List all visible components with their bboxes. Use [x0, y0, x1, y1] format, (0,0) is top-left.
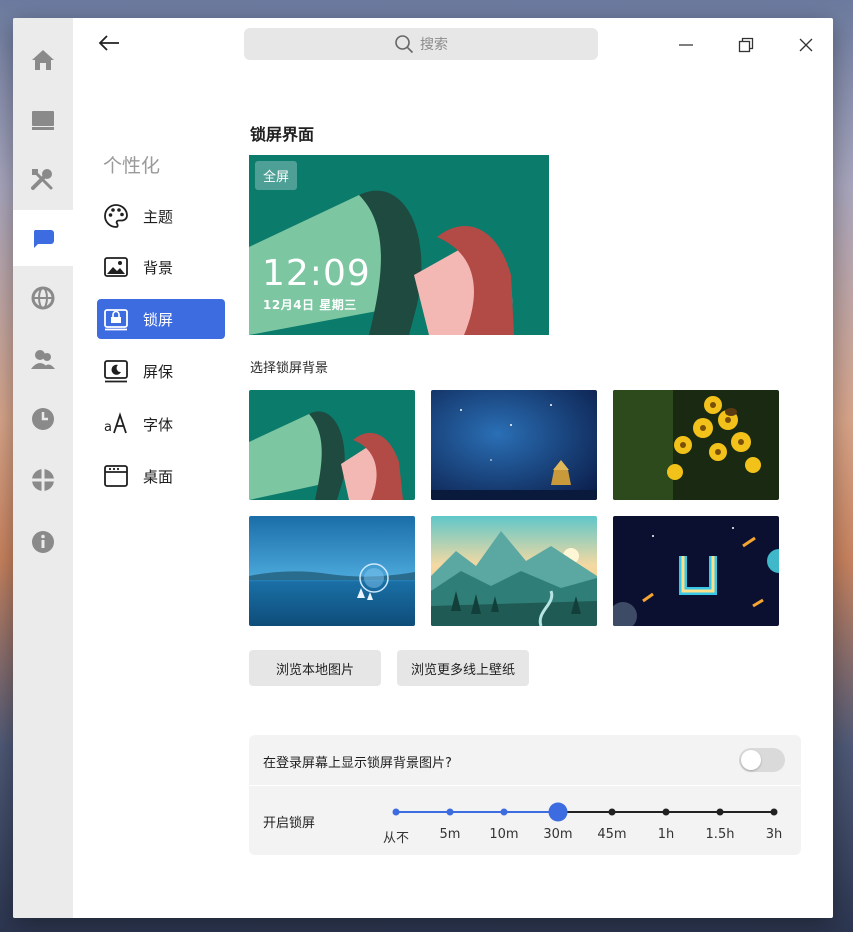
nav-item-desktop[interactable]: 桌面 [97, 456, 225, 496]
image-icon [104, 257, 128, 277]
slider-handle[interactable] [548, 802, 568, 822]
minimize-button[interactable] [673, 32, 699, 58]
slider-tick-label: 30m [543, 827, 573, 842]
settings-window: 搜索 个性化 主题 背景 锁屏 屏保 a 字体 桌面 锁屏界面 全屏 12:09… [13, 18, 833, 918]
nav-item-background[interactable]: 背景 [97, 247, 225, 287]
preview-date: 12月4日 星期三 [263, 298, 357, 312]
slider-tick-dot [716, 808, 724, 816]
toggle-knob [741, 750, 761, 770]
choose-background-title: 选择锁屏背景 [250, 361, 329, 376]
palette-icon [104, 204, 128, 228]
wallpaper-thumb[interactable] [613, 516, 779, 626]
home-icon[interactable] [13, 32, 73, 88]
nav-item-font[interactable]: a 字体 [97, 404, 225, 444]
nav-title: 个性化 [103, 155, 161, 177]
slider-tick-label: 1.5h [705, 827, 735, 842]
datetime-icon[interactable] [13, 391, 73, 447]
browse-online-button[interactable]: 浏览更多线上壁纸 [397, 650, 529, 686]
back-button[interactable] [95, 30, 123, 56]
slider-tick-label: 45m [597, 827, 627, 842]
show-on-login-label: 在登录屏幕上显示锁屏背景图片? [263, 756, 452, 771]
slider-tick-dot [392, 808, 400, 816]
network-icon[interactable] [13, 270, 73, 326]
lockscreen-settings-panel: 在登录屏幕上显示锁屏背景图片? 开启锁屏 从不 5m 10m 30m 45m 1h 1.5h… [249, 735, 801, 855]
nav-label: 字体 [143, 415, 174, 434]
nav-item-screensaver[interactable]: 屏保 [97, 351, 225, 391]
nav-item-lockscreen[interactable]: 锁屏 [97, 299, 225, 339]
minimize-icon [679, 44, 693, 46]
maximize-button[interactable] [733, 32, 759, 58]
wallpaper-thumb[interactable] [613, 390, 779, 500]
desktop-icon [104, 465, 128, 487]
nav-label: 锁屏 [143, 310, 174, 329]
screensaver-icon [104, 360, 128, 383]
slider-tick-label: 从不 [382, 831, 410, 846]
slider-tick-dot [446, 808, 454, 816]
slider-tick-dot [500, 808, 508, 816]
restore-icon [738, 37, 754, 53]
lock-after-label: 开启锁屏 [263, 816, 316, 831]
account-icon[interactable] [13, 331, 73, 387]
nav-label: 屏保 [143, 362, 174, 381]
wallpaper-thumb[interactable] [431, 516, 597, 626]
about-icon[interactable] [13, 514, 73, 570]
section-title: 锁屏界面 [250, 125, 315, 144]
system-icon[interactable] [13, 92, 73, 148]
show-on-login-toggle[interactable] [739, 748, 785, 772]
wallpaper-thumb[interactable] [431, 390, 597, 500]
slider-tick-label: 5m [439, 827, 461, 842]
slider-track [392, 802, 778, 822]
close-button[interactable] [793, 32, 819, 58]
update-icon[interactable] [13, 452, 73, 508]
slider-tick-label: 3h [765, 827, 783, 842]
slider-tick-label: 1h [657, 827, 675, 842]
arrow-left-icon [98, 35, 119, 51]
search-input[interactable]: 搜索 [244, 28, 598, 60]
devices-icon[interactable] [13, 152, 73, 208]
category-iconbar [13, 18, 73, 918]
personalization-icon[interactable] [13, 210, 73, 266]
fullscreen-badge[interactable]: 全屏 [255, 161, 298, 190]
nav-item-theme[interactable]: 主题 [97, 196, 225, 236]
preview-time: 12:09 [262, 253, 371, 294]
nav-label: 桌面 [143, 467, 174, 486]
font-icon: a [104, 412, 127, 435]
slider-tick-dot [662, 808, 670, 816]
browse-local-button[interactable]: 浏览本地图片 [249, 650, 381, 686]
svg-text:a: a [104, 420, 112, 435]
wallpaper-thumb[interactable] [249, 516, 415, 626]
close-icon [799, 38, 813, 52]
lockscreen-preview: 全屏 12:09 12月4日 星期三 [249, 155, 549, 335]
slider-tick-label: 10m [489, 827, 519, 842]
nav-label: 背景 [143, 258, 174, 277]
search-placeholder: 搜索 [420, 37, 448, 53]
slider-tick-dot [608, 808, 616, 816]
lock-after-slider[interactable]: 从不 5m 10m 30m 45m 1h 1.5h 3h [379, 795, 789, 855]
wallpaper-thumb[interactable] [249, 390, 415, 500]
slider-tick-dot [770, 808, 778, 816]
lockscreen-icon [104, 309, 128, 331]
search-icon [395, 35, 414, 54]
nav-label: 主题 [143, 207, 174, 226]
divider [249, 785, 801, 786]
